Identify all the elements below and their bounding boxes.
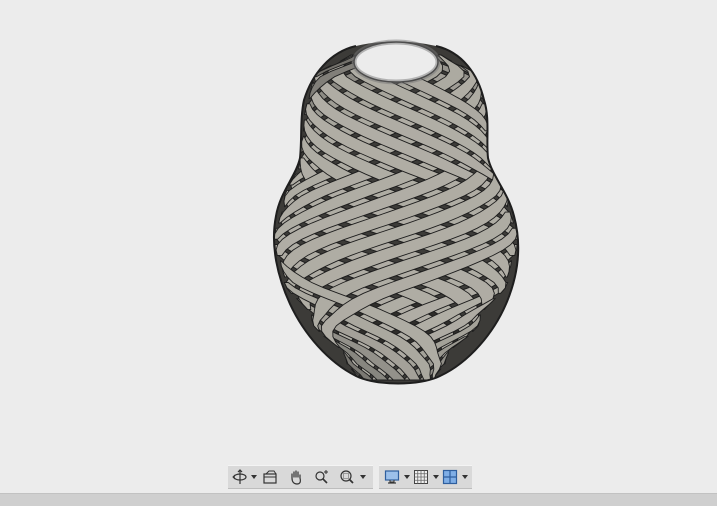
zoom-fit-dropdown[interactable] bbox=[359, 466, 366, 488]
look-at-icon bbox=[263, 470, 277, 484]
orbit-button[interactable] bbox=[230, 466, 250, 488]
grid-dropdown[interactable] bbox=[432, 466, 439, 488]
display-toolbar bbox=[379, 465, 472, 489]
orbit-icon bbox=[232, 469, 247, 484]
caret-down-icon bbox=[359, 475, 366, 479]
zoom-fit-button[interactable] bbox=[335, 466, 359, 488]
zoom-icon bbox=[315, 470, 328, 484]
status-bar bbox=[0, 493, 717, 506]
pan-button[interactable] bbox=[283, 466, 309, 488]
look-at-button[interactable] bbox=[257, 466, 283, 488]
fit-window-icon bbox=[340, 470, 354, 484]
caret-down-icon bbox=[250, 475, 257, 479]
navigation-toolbar bbox=[228, 465, 373, 489]
caret-down-icon bbox=[403, 475, 410, 479]
caret-down-icon bbox=[432, 475, 439, 479]
zoom-button[interactable] bbox=[309, 466, 335, 488]
display-settings-button[interactable] bbox=[381, 466, 403, 488]
vase-model[interactable] bbox=[0, 0, 717, 493]
orbit-dropdown[interactable] bbox=[250, 466, 257, 488]
viewports-dropdown[interactable] bbox=[461, 466, 468, 488]
grid-snap-icon bbox=[414, 470, 428, 484]
viewports-icon bbox=[442, 469, 458, 485]
caret-down-icon bbox=[461, 475, 468, 479]
pan-hand-icon bbox=[291, 470, 301, 485]
viewports-button[interactable] bbox=[439, 466, 461, 488]
3d-viewport[interactable] bbox=[0, 0, 717, 493]
display-settings-dropdown[interactable] bbox=[403, 466, 410, 488]
display-settings-icon bbox=[384, 470, 400, 484]
grid-button[interactable] bbox=[410, 466, 432, 488]
